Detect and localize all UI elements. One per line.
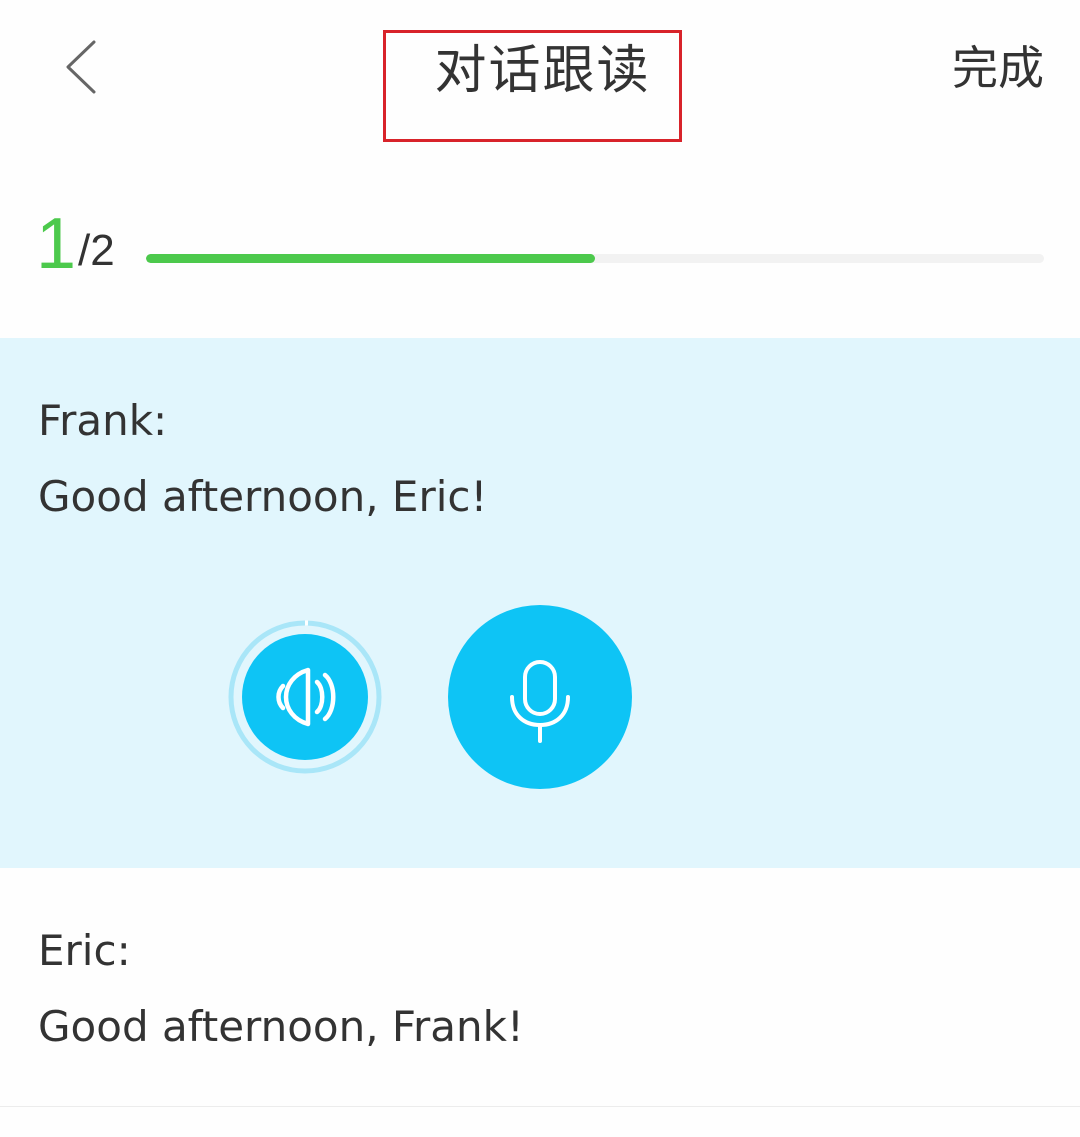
speaker-play-icon bbox=[228, 620, 382, 774]
dialog-read-along-screen: 对话跟读 完成 1 /2 Frank: Good afternoon, Eric… bbox=[0, 0, 1080, 1137]
play-audio-button[interactable] bbox=[228, 620, 382, 774]
page-title: 对话跟读 bbox=[434, 41, 651, 101]
title-highlight-box: 对话跟读 bbox=[383, 30, 682, 142]
progress-bar-fill bbox=[146, 254, 595, 263]
done-button[interactable]: 完成 bbox=[952, 40, 1044, 96]
progress-current: 1 bbox=[36, 204, 77, 284]
progress-bar bbox=[146, 254, 1044, 263]
progress-total: /2 bbox=[78, 226, 115, 275]
chevron-left-icon bbox=[66, 40, 96, 94]
dialog-sentence: Good afternoon, Eric! bbox=[38, 472, 488, 521]
header-bar: 对话跟读 完成 bbox=[0, 0, 1080, 150]
dialog-line-active[interactable]: Frank: Good afternoon, Eric! bbox=[0, 338, 1080, 868]
progress-indicator: 1 /2 bbox=[0, 190, 1080, 300]
dialog-line[interactable]: Eric: Good afternoon, Frank! bbox=[0, 868, 1080, 1107]
microphone-icon bbox=[510, 660, 570, 743]
speaker-name: Frank: bbox=[38, 396, 168, 445]
record-button[interactable] bbox=[448, 605, 632, 789]
dialog-sentence: Good afternoon, Frank! bbox=[38, 1002, 524, 1051]
back-button[interactable] bbox=[48, 30, 118, 105]
speaker-name: Eric: bbox=[38, 926, 131, 975]
